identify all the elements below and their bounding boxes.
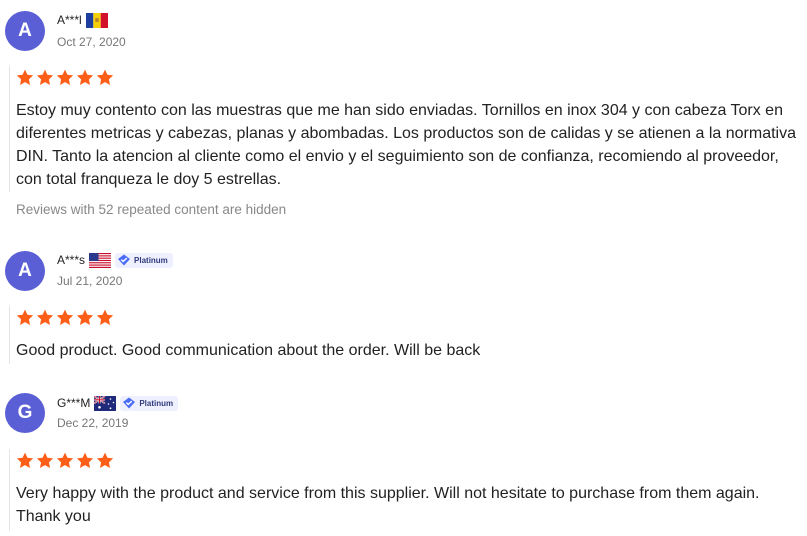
review-text: Estoy muy contento con las muestras que …: [16, 102, 796, 188]
avatar: A: [5, 251, 45, 291]
review-date: Dec 22, 2019: [57, 416, 129, 430]
review-date: Jul 21, 2020: [57, 274, 123, 288]
avatar-initial: G: [17, 402, 33, 423]
verified-check-icon: [118, 254, 131, 266]
review-date: Oct 27, 2020: [57, 35, 126, 49]
badge-label: Platinum: [139, 398, 174, 408]
star-icon: [36, 69, 54, 85]
star-rating: [16, 69, 114, 86]
star-icon: [76, 452, 94, 468]
reviewer-name: A***l: [57, 13, 82, 27]
avatar-initial: A: [18, 20, 32, 41]
avatar: G: [5, 393, 45, 433]
star-icon: [56, 309, 74, 325]
platinum-badge: Platinum: [115, 252, 173, 268]
australia-flag-icon: [94, 395, 117, 411]
us-flag-icon: [89, 252, 112, 268]
star-icon: [96, 309, 114, 325]
avatar: A: [5, 11, 45, 51]
star-rating: [16, 309, 114, 326]
hidden-reviews-note[interactable]: Reviews with 52 repeated content are hid…: [16, 202, 286, 217]
star-icon: [96, 69, 114, 85]
reviewer-name: G***M: [57, 396, 91, 410]
review-text: Very happy with the product and service …: [16, 485, 760, 525]
badge-label: Platinum: [134, 255, 168, 265]
star-icon: [56, 69, 74, 85]
star-icon: [76, 69, 94, 85]
review-divider: [9, 66, 10, 192]
star-icon: [36, 452, 54, 468]
reviewer-name: A***s: [57, 253, 86, 267]
avatar-initial: A: [18, 260, 32, 281]
star-icon: [36, 309, 54, 325]
star-icon: [56, 452, 74, 468]
star-icon: [96, 452, 114, 468]
star-icon: [16, 309, 34, 325]
platinum-badge: Platinum: [120, 395, 179, 411]
andorra-flag-icon: [85, 12, 108, 28]
star-rating: [16, 452, 114, 469]
star-icon: [76, 309, 94, 325]
review-divider: [9, 449, 10, 531]
review-divider: [9, 306, 10, 364]
star-icon: [16, 69, 34, 85]
review-text: Good product. Good communication about t…: [16, 342, 481, 359]
verified-check-icon: [123, 397, 136, 409]
star-icon: [16, 452, 34, 468]
